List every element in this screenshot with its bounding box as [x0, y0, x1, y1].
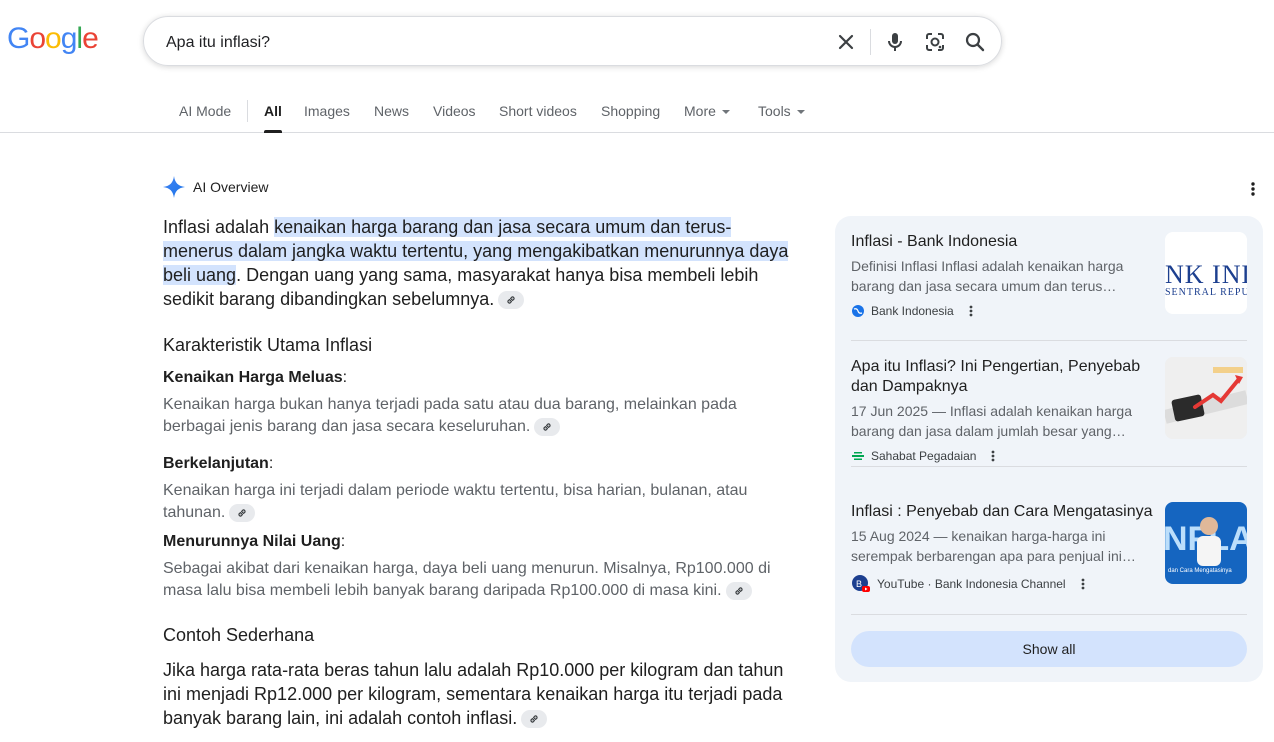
- more-options-icon[interactable]: [1080, 577, 1086, 591]
- tab-images[interactable]: Images: [304, 103, 350, 119]
- link-icon: [530, 715, 538, 723]
- lens-search-button[interactable]: [922, 29, 948, 55]
- youtube-channel-avatar-icon: B: [852, 575, 870, 592]
- tab-divider: [247, 100, 248, 122]
- tab-tools[interactable]: Tools: [758, 103, 805, 119]
- show-all-button[interactable]: Show all: [851, 631, 1247, 667]
- thumbnail-video-caption: dan Cara Mengatasinya: [1168, 568, 1232, 574]
- chevron-down-icon: [796, 110, 805, 115]
- source-title[interactable]: Inflasi : Penyebab dan Cara Mengatasinya: [851, 502, 1156, 522]
- item-desc-text: Kenaikan harga bukan hanya terjadi pada …: [163, 396, 737, 435]
- section-heading: Karakteristik Utama Inflasi: [163, 335, 373, 355]
- example-paragraph: Jika harga rata-rata beras tahun lalu ad…: [163, 658, 793, 730]
- source-snippet: 15 Aug 2024 — kenaikan harga-harga ini s…: [851, 528, 1136, 564]
- tab-all[interactable]: All: [264, 103, 282, 133]
- card-divider: [851, 614, 1247, 615]
- thumbnail-logo-text: NK IND: [1165, 260, 1247, 289]
- link-icon: [238, 509, 246, 517]
- search-divider: [870, 29, 871, 55]
- tab-tools-label: Tools: [758, 103, 791, 119]
- source-name: Bank Indonesia: [871, 304, 954, 318]
- item-title: Kenaikan Harga Meluas:: [163, 369, 348, 386]
- search-button[interactable]: [962, 29, 988, 55]
- mic-icon: [888, 33, 902, 51]
- google-logo[interactable]: Google: [7, 22, 99, 56]
- source-link-chip[interactable]: [498, 291, 525, 310]
- source-snippet: Definisi Inflasi Inflasi adalah kenaikan…: [851, 258, 1124, 294]
- logo-letter: g: [60, 22, 78, 55]
- item-title-text: Berkelanjutan: [163, 455, 269, 472]
- link-icon: [507, 296, 515, 304]
- tab-videos[interactable]: Videos: [433, 103, 476, 119]
- card-divider: [851, 466, 1247, 467]
- sources-panel: Inflasi - Bank Indonesia Definisi Inflas…: [835, 216, 1263, 682]
- item-desc-text: Sebagai akibat dari kenaikan harga, daya…: [163, 560, 771, 599]
- more-options-icon[interactable]: [1250, 181, 1256, 197]
- tab-more-label: More: [684, 103, 716, 119]
- inflation-chart-thumbnail-icon: [1165, 357, 1247, 439]
- tab-shopping[interactable]: Shopping: [601, 103, 660, 119]
- item-title-text: Menurunnya Nilai Uang: [163, 533, 341, 550]
- item-desc: Kenaikan harga ini terjadi dalam periode…: [163, 480, 793, 524]
- tab-news[interactable]: News: [374, 103, 409, 119]
- more-options-icon[interactable]: [990, 449, 996, 463]
- item-desc: Sebagai akibat dari kenaikan harga, daya…: [163, 558, 793, 602]
- thumbnail-logo-subtext: SENTRAL REPU: [1165, 287, 1247, 298]
- search-icon: [965, 32, 985, 52]
- voice-search-button[interactable]: [882, 29, 908, 55]
- sparkle-icon: [163, 176, 185, 198]
- ai-overview-header: AI Overview: [163, 176, 268, 198]
- intro-text-after: . Dengan uang yang sama, masyarakat hany…: [163, 265, 759, 309]
- source-thumbnail[interactable]: NFLAS dan Cara Mengatasinya: [1165, 502, 1247, 584]
- tab-more[interactable]: More: [684, 103, 730, 119]
- source-card[interactable]: Apa itu Inflasi? Ini Pengertian, Penyeba…: [851, 357, 1247, 463]
- source-title[interactable]: Inflasi - Bank Indonesia: [851, 232, 1156, 252]
- link-icon: [543, 423, 551, 431]
- card-divider: [851, 340, 1247, 341]
- tab-ai-mode[interactable]: AI Mode: [179, 103, 231, 119]
- source-link-chip[interactable]: [725, 581, 752, 600]
- globe-icon: [852, 305, 864, 317]
- search-input[interactable]: [164, 29, 808, 57]
- search-box: [143, 16, 1002, 66]
- source-name: Sahabat Pegadaian: [871, 449, 977, 463]
- close-icon: [838, 34, 854, 50]
- svg-text:B: B: [856, 579, 862, 589]
- source-name: YouTube · Bank Indonesia Channel: [877, 577, 1066, 591]
- source-link-chip[interactable]: [534, 417, 561, 436]
- source-card[interactable]: Inflasi - Bank Indonesia Definisi Inflas…: [851, 232, 1247, 318]
- example-text: Jika harga rata-rata beras tahun lalu ad…: [163, 660, 784, 728]
- tab-short-videos[interactable]: Short videos: [499, 103, 577, 119]
- source-meta: Sahabat Pegadaian: [851, 449, 1247, 463]
- logo-letter: e: [82, 22, 99, 55]
- item-title: Berkelanjutan:: [163, 455, 274, 472]
- logo-letter: o: [45, 22, 62, 55]
- pegadaian-logo-icon: [852, 452, 864, 460]
- section-heading: Contoh Sederhana: [163, 625, 315, 645]
- more-options-icon[interactable]: [968, 304, 974, 318]
- source-card[interactable]: Inflasi : Penyebab dan Cara Mengatasinya…: [851, 502, 1247, 594]
- source-link-chip[interactable]: [521, 710, 548, 729]
- chevron-down-icon: [721, 110, 730, 115]
- ai-overview-title: AI Overview: [193, 179, 269, 195]
- intro-paragraph: Inflasi adalah kenaikan harga barang dan…: [163, 215, 795, 311]
- clear-search-button[interactable]: [833, 29, 859, 55]
- search-tabs: AI Mode All Images News Videos Short vid…: [0, 90, 1274, 133]
- link-icon: [734, 587, 743, 595]
- item-title: Menurunnya Nilai Uang:: [163, 533, 346, 550]
- source-thumbnail[interactable]: [1165, 357, 1247, 439]
- camera-lens-icon: [926, 33, 944, 51]
- item-title-text: Kenaikan Harga Meluas: [163, 369, 343, 386]
- logo-letter: o: [29, 22, 46, 55]
- source-thumbnail[interactable]: NK IND SENTRAL REPU: [1165, 232, 1247, 314]
- source-snippet: 17 Jun 2025 — Inflasi adalah kenaikan ha…: [851, 403, 1132, 439]
- intro-text: Inflasi adalah: [163, 217, 275, 237]
- logo-letter: G: [7, 22, 30, 55]
- source-link-chip[interactable]: [229, 503, 256, 522]
- source-title[interactable]: Apa itu Inflasi? Ini Pengertian, Penyeba…: [851, 357, 1156, 397]
- item-desc: Kenaikan harga bukan hanya terjadi pada …: [163, 394, 793, 438]
